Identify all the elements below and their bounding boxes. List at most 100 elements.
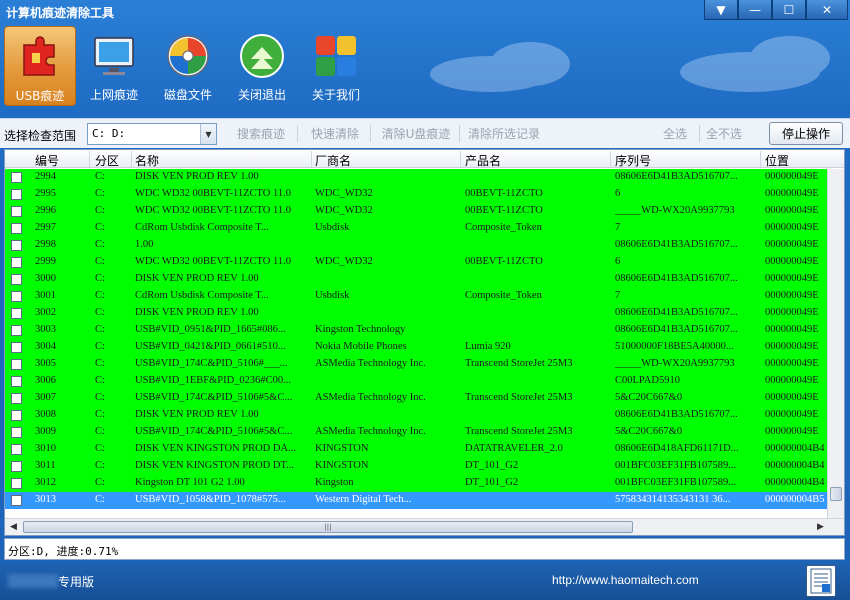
clear-selected-button[interactable]: 清除所选记录 [464, 122, 544, 145]
table-cell: 3012 [35, 477, 56, 488]
table-row[interactable]: 3012 C: Kingston DT 101 G2 1.00 Kingston DT_… [5, 475, 828, 492]
website-link[interactable]: http://www.haomaitech.com [552, 573, 699, 587]
column-header[interactable]: 序列号 [615, 152, 651, 169]
scope-combobox[interactable]: C: D: ▼ [87, 123, 217, 145]
column-divider[interactable] [610, 151, 611, 167]
tool-exit[interactable]: 关闭退出 [226, 26, 298, 106]
row-checkbox[interactable] [11, 495, 22, 506]
tool-disk-files[interactable]: 磁盘文件 [152, 26, 224, 106]
tool-about[interactable]: 关于我们 [300, 26, 372, 106]
stop-operation-button[interactable]: 停止操作 [769, 122, 843, 145]
scroll-thumb[interactable] [830, 487, 842, 501]
table-cell: 51000000F18BE5A40000... [615, 341, 734, 352]
table-cell: Transcend StoreJet 25M3 [465, 358, 573, 369]
row-checkbox[interactable] [11, 240, 22, 251]
table-cell: 3000 [35, 273, 56, 284]
table-cell: C: [95, 409, 105, 420]
row-checkbox[interactable] [11, 291, 22, 302]
table-row[interactable]: 3005 C: USB#VID_174C&PID_5106#___... ASMedi… [5, 356, 828, 373]
table-cell: USB#VID_1EBF&PID_0236#C00... [135, 375, 292, 386]
row-checkbox[interactable] [11, 410, 22, 421]
row-checkbox[interactable] [11, 325, 22, 336]
column-divider[interactable] [311, 151, 312, 167]
action-bar: 选择检查范围 C: D: ▼ 搜索痕迹 快速清除 清除U盘痕迹 清除所选记录 全… [0, 118, 850, 148]
table-row[interactable]: 2995 C: WDC WD32 00BEVT-11ZCTO 11.0 WDC_WD3… [5, 186, 828, 203]
table-row[interactable]: 2997 C: CdRom Usbdisk Composite T... Usbdis… [5, 220, 828, 237]
table-row[interactable]: 3008 C: DISK VEN PROD REV 1.00 08606E6D41B3… [5, 407, 828, 424]
row-checkbox[interactable] [11, 359, 22, 370]
quick-clean-button[interactable]: 快速清除 [306, 122, 364, 145]
table-row[interactable]: 3004 C: USB#VID_0421&PID_0661#510... Nokia … [5, 339, 828, 356]
column-header[interactable]: 编号 [35, 152, 59, 169]
table-row[interactable]: 3010 C: DISK VEN KINGSTON PROD DA... KINGST… [5, 441, 828, 458]
column-divider[interactable] [460, 151, 461, 167]
row-checkbox[interactable] [11, 223, 22, 234]
row-checkbox[interactable] [11, 427, 22, 438]
row-checkbox[interactable] [11, 274, 22, 285]
table-row[interactable]: 3001 C: CdRom Usbdisk Composite T... Usbdis… [5, 288, 828, 305]
column-divider[interactable] [89, 151, 90, 167]
status-bar: 分区:D, 进度:0.71% [4, 538, 845, 560]
table-cell: 3007 [35, 392, 56, 403]
table-row[interactable]: 2994 C: DISK VEN PROD REV 1.00 08606E6D41B3… [5, 169, 828, 186]
table-row[interactable]: 3000 C: DISK VEN PROD REV 1.00 08606E6D41B3… [5, 271, 828, 288]
row-checkbox[interactable] [11, 461, 22, 472]
select-all-button[interactable]: 全选 [655, 122, 695, 145]
maximize-button[interactable]: ☐ [772, 0, 806, 20]
tool-usb-traces[interactable]: USB痕迹 [4, 26, 76, 106]
table-cell: ASMedia Technology Inc. [315, 426, 426, 437]
column-divider[interactable] [760, 151, 761, 167]
table-row[interactable]: 3006 C: USB#VID_1EBF&PID_0236#C00... C00LPA… [5, 373, 828, 390]
table-cell: 000000049E [765, 392, 819, 403]
column-header[interactable]: 产品名 [465, 152, 501, 169]
table-row[interactable]: 3009 C: USB#VID_174C&PID_5106#5&C... ASMedi… [5, 424, 828, 441]
table-row[interactable]: 3011 C: DISK VEN KINGSTON PROD DT... KINGST… [5, 458, 828, 475]
row-checkbox[interactable] [11, 189, 22, 200]
minimize-button[interactable]: — [738, 0, 772, 20]
table-row[interactable]: 3013 C: USB#VID_1058&PID_1078#575... Wester… [5, 492, 828, 509]
column-header[interactable]: 分区 [95, 152, 119, 169]
table-cell: WDC WD32 00BEVT-11ZCTO 11.0 [135, 256, 291, 267]
column-header[interactable]: 位置 [765, 152, 789, 169]
row-checkbox[interactable] [11, 257, 22, 268]
close-button[interactable]: ✕ [806, 0, 848, 20]
row-checkbox[interactable] [11, 342, 22, 353]
row-checkbox[interactable] [11, 444, 22, 455]
table-cell: USB#VID_0951&PID_1665#086... [135, 324, 286, 335]
column-divider[interactable] [131, 151, 132, 167]
table-row[interactable]: 2999 C: WDC WD32 00BEVT-11ZCTO 11.0 WDC_WD3… [5, 254, 828, 271]
table-cell: 5&C20C667&0 [615, 392, 683, 403]
table-cell: 08606E6D41B3AD516707... [615, 307, 738, 318]
table-cell: _____WD-WX20A9937793 [615, 205, 735, 216]
table-cell: 08606E6D41B3AD516707... [615, 273, 738, 284]
row-checkbox[interactable] [11, 308, 22, 319]
horizontal-scrollbar[interactable]: ◀ ||| ▶ [5, 518, 844, 535]
column-header[interactable]: 厂商名 [315, 152, 351, 169]
menu-dropdown-button[interactable]: ▼ [704, 0, 738, 20]
row-checkbox[interactable] [11, 172, 22, 183]
table-row[interactable]: 3007 C: USB#VID_174C&PID_5106#5&C... ASMedi… [5, 390, 828, 407]
row-checkbox[interactable] [11, 206, 22, 217]
exit-arrow-icon [238, 32, 286, 80]
tool-web-traces[interactable]: 上网痕迹 [78, 26, 150, 106]
row-checkbox[interactable] [11, 478, 22, 489]
vertical-scrollbar[interactable] [827, 169, 844, 519]
row-checkbox[interactable] [11, 376, 22, 387]
table-row[interactable]: 2998 C: 1.00 08606E6D41B3AD516707... 000000… [5, 237, 828, 254]
table-row[interactable]: 3003 C: USB#VID_0951&PID_1665#086... Kingst… [5, 322, 828, 339]
table-row[interactable]: 2996 C: WDC WD32 00BEVT-11ZCTO 11.0 WDC_WD3… [5, 203, 828, 220]
column-header[interactable]: 名称 [135, 152, 159, 169]
document-icon[interactable] [806, 565, 836, 597]
row-checkbox[interactable] [11, 393, 22, 404]
clean-usb-button[interactable]: 清除U盘痕迹 [376, 122, 456, 145]
search-traces-button[interactable]: 搜索痕迹 [232, 122, 290, 145]
select-none-button[interactable]: 全不选 [703, 122, 745, 145]
chevron-down-icon[interactable]: ▼ [200, 124, 216, 144]
scroll-thumb[interactable]: ||| [23, 521, 633, 533]
scroll-left-icon[interactable]: ◀ [10, 522, 17, 532]
scope-label: 选择检查范围 [4, 129, 77, 143]
table-cell: DISK VEN PROD REV 1.00 [135, 409, 259, 420]
table-cell: 3009 [35, 426, 56, 437]
table-row[interactable]: 3002 C: DISK VEN PROD REV 1.00 08606E6D41B3… [5, 305, 828, 322]
scroll-right-icon[interactable]: ▶ [817, 522, 824, 532]
